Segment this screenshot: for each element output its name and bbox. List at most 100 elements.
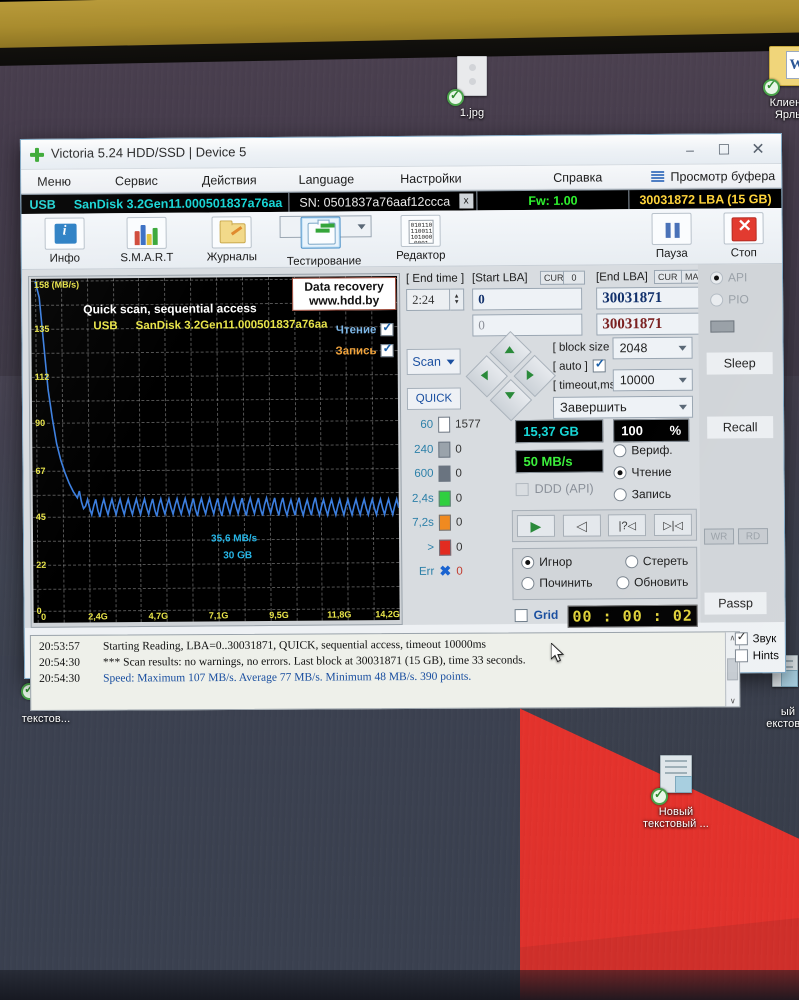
legend-row: 240 0 — [407, 441, 485, 458]
toolbar-button-smart[interactable]: S.M.A.R.T — [110, 216, 184, 265]
sleep-button[interactable]: Sleep — [706, 352, 773, 375]
grid-toggle[interactable]: Grid — [514, 608, 558, 622]
progress-swatch — [710, 320, 735, 333]
menu-item-service[interactable]: Сервис — [105, 173, 168, 187]
image-file-icon — [447, 56, 493, 106]
sound-option[interactable]: Звук — [734, 632, 779, 646]
rd-button[interactable]: RD — [737, 528, 769, 545]
menu-item-help[interactable]: Справка — [543, 170, 612, 185]
radio-dot[interactable] — [709, 270, 724, 285]
radio-dot[interactable] — [624, 554, 638, 568]
rewind-icon[interactable]: ◁ — [562, 514, 601, 537]
desktop-icon-client[interactable]: W Клиент Ярль — [742, 46, 799, 121]
legend-swatch — [438, 514, 451, 531]
mode-verify[interactable]: Вериф. — [613, 443, 673, 457]
play-icon[interactable]: ▶ — [516, 514, 555, 538]
toolbar-button-pause[interactable]: Пауза — [641, 212, 701, 260]
recall-button[interactable]: Recall — [707, 416, 774, 439]
minimize-button[interactable]: – — [673, 139, 707, 161]
toolbar-button-editor[interactable]: 010110 110011 101000 0001 Редактор — [384, 214, 458, 263]
end-time-spinner[interactable]: ▲ ▼ — [450, 288, 465, 311]
pause-icon — [665, 222, 671, 238]
passp-button[interactable]: Passp — [704, 592, 767, 615]
scan-button-label: Scan — [412, 354, 441, 369]
action-label: Игнор — [539, 554, 573, 569]
mode-read[interactable]: Чтение — [613, 465, 672, 479]
desktop-icon-1jpg[interactable]: 1.jpg — [426, 56, 518, 119]
speed-readout: 50 MB/s — [515, 449, 604, 474]
graph-subtitle-bus: USB — [93, 320, 118, 333]
menu-item-actions[interactable]: Действия — [192, 173, 267, 188]
hints-option[interactable]: Hints — [734, 649, 779, 663]
ddd-api-checkbox[interactable] — [515, 482, 529, 496]
legend-key: 7,2s — [412, 516, 434, 529]
drive-serial-label: SN: 0501837a76aaf12ccca — [299, 194, 451, 210]
toolbar-label: Стоп — [730, 247, 757, 260]
elapsed-timer: 00 : 00 : 02 — [567, 604, 698, 628]
log-rows: 20:53:57 Starting Reading, LBA=0..300318… — [31, 632, 725, 710]
timeout-select[interactable]: 10000 — [612, 368, 693, 392]
graph-legend-write-checkbox[interactable] — [380, 344, 394, 358]
graph-legend-write[interactable]: Запись — [335, 344, 394, 358]
scan-button[interactable]: Scan — [406, 348, 461, 375]
ddd-api-row[interactable]: DDD (API) — [515, 482, 594, 497]
list-lines-icon — [651, 170, 665, 183]
radio-dot[interactable] — [521, 576, 535, 590]
close-button[interactable]: ✕ — [741, 138, 775, 160]
auto-checkbox[interactable] — [592, 359, 606, 373]
graph-annotation-speed: 35,6 MB/s — [210, 533, 258, 545]
info-icon — [54, 223, 77, 244]
buffer-view-button[interactable]: Просмотр буфера — [651, 169, 775, 184]
action-repair[interactable]: Починить — [521, 576, 593, 591]
sound-checkbox[interactable] — [734, 632, 748, 646]
wr-button[interactable]: WR — [703, 528, 735, 545]
end-time-field[interactable]: 2:24 ▲ ▼ — [406, 288, 465, 311]
scroll-down-icon[interactable]: ∨ — [730, 696, 736, 705]
toolbar-button-stop[interactable]: Стоп — [713, 212, 773, 259]
radio-dot[interactable] — [613, 487, 627, 501]
radio-dot[interactable] — [613, 443, 627, 457]
action-refresh[interactable]: Обновить — [615, 575, 688, 590]
end-lba-cur-button[interactable]: CUR — [653, 269, 682, 285]
quick-button[interactable]: QUICK — [406, 387, 462, 410]
action-erase[interactable]: Стереть — [624, 554, 688, 568]
radio-dot[interactable] — [521, 555, 535, 569]
legend-row: 600 0 — [407, 465, 485, 482]
maximize-button[interactable]: ☐ — [707, 138, 741, 160]
menu-item-menu[interactable]: Меню — [27, 174, 81, 188]
mode-radio-group: Вериф. Чтение Запись — [613, 443, 673, 501]
api-radio[interactable]: API — [709, 270, 747, 285]
toolbar-button-journals[interactable]: Журналы — [196, 216, 268, 264]
navigation-dpad[interactable] — [465, 330, 556, 422]
size-value: 15,37 GB — [523, 423, 579, 440]
drive-close-button[interactable]: x — [459, 193, 474, 209]
toolbar-button-testing[interactable]: Тестирование — [279, 215, 372, 268]
start-lba-input-secondary[interactable]: 0 — [472, 313, 583, 337]
toolbar-label: Журналы — [206, 251, 257, 264]
graph-legend-read-checkbox[interactable] — [380, 323, 394, 337]
on-finish-select[interactable]: Завершить — [552, 395, 694, 419]
jump-query-icon[interactable]: |?◁ — [608, 514, 647, 537]
start-lba-input[interactable]: 0 — [472, 287, 583, 311]
hints-checkbox[interactable] — [734, 649, 748, 663]
sync-check-overlay-icon — [447, 88, 464, 106]
radio-dot[interactable] — [710, 292, 724, 307]
watermark-hddby[interactable]: Data recovery www.hdd.by — [291, 277, 397, 311]
menu-item-settings[interactable]: Настройки — [390, 171, 471, 186]
menu-item-language[interactable]: Language — [289, 172, 365, 187]
graph-legend-read[interactable]: Чтение — [336, 323, 394, 337]
radio-dot[interactable] — [613, 465, 627, 479]
scan-graph[interactable]: 158 (MB/s) 135 112 90 67 45 22 0 0 2,4G 4,7G 7,1G 9… — [30, 276, 400, 623]
desktop-icon-new-text[interactable]: Новый текстовый ... — [630, 755, 722, 830]
mode-write[interactable]: Запись — [613, 487, 673, 501]
radio-dot[interactable] — [615, 575, 630, 589]
toolbar-button-info[interactable]: Инфо — [32, 217, 98, 265]
error-x-icon: ✖ — [439, 562, 452, 579]
pio-radio[interactable]: PIO — [710, 292, 749, 306]
legend-value: 0 — [455, 467, 462, 480]
grid-checkbox[interactable] — [514, 608, 528, 622]
skip-start-icon[interactable]: ▷|◁ — [653, 513, 693, 537]
auto-block-size-row[interactable]: [ auto ] — [553, 359, 606, 373]
block-size-select[interactable]: 2048 — [612, 336, 693, 360]
action-ignore[interactable]: Игнор — [521, 555, 572, 569]
